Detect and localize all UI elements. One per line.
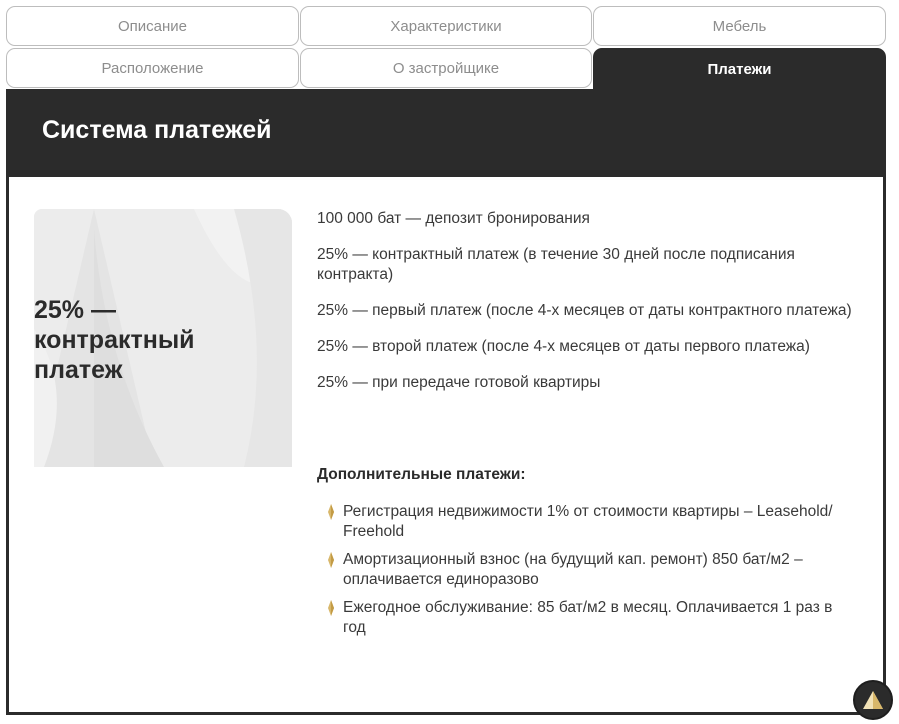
schedule-item: 25% — контрактный платеж (в течение 30 д… [317,246,795,283]
gold-diamond-bullet-icon [328,600,334,616]
highlight-card: 25% — контрактный платеж [34,209,292,467]
payments-panel: Система платежей 25% — контрактный плате… [6,89,886,715]
schedule-item: 25% — при передаче готовой квартиры [317,374,601,391]
gold-diamond-bullet-icon [328,552,334,568]
tab-characteristics[interactable]: Характеристики [300,6,592,46]
extra-payment-text: Амортизационный взнос (на будущий кап. р… [343,551,803,588]
tab-developer[interactable]: О застройщике [300,48,592,88]
panel-header: Система платежей [9,89,883,177]
page: Описание Характеристики Мебель Расположе… [0,0,899,724]
tab-furniture[interactable]: Мебель [593,6,886,46]
tab-description[interactable]: Описание [6,6,299,46]
extra-payment-text: Ежегодное обслуживание: 85 бат/м2 в меся… [343,599,833,636]
scroll-to-top-button[interactable] [853,680,893,720]
payment-schedule-list: 100 000 бат — депозит бронирования 25% —… [317,209,857,409]
schedule-item: 100 000 бат — депозит бронирования [317,210,590,227]
extra-payment-text: Регистрация недвижимости 1% от стоимости… [343,503,833,540]
extra-payment-item: Регистрация недвижимости 1% от стоимости… [317,502,857,542]
schedule-item: 25% — первый платеж (после 4-х месяцев о… [317,302,852,319]
arrow-up-icon [863,691,883,709]
gold-diamond-bullet-icon [328,504,334,520]
extra-payments-list: Регистрация недвижимости 1% от стоимости… [317,502,857,646]
extra-payments-title: Дополнительные платежи: [317,466,526,483]
panel-title: Система платежей [42,116,272,144]
card-headline: 25% — контрактный платеж [34,296,195,384]
extra-payment-item: Ежегодное обслуживание: 85 бат/м2 в меся… [317,598,857,638]
tab-payments[interactable]: Платежи [593,48,886,90]
schedule-item: 25% — второй платеж (после 4-х месяцев о… [317,338,810,355]
extra-payment-item: Амортизационный взнос (на будущий кап. р… [317,550,857,590]
tab-location[interactable]: Расположение [6,48,299,88]
